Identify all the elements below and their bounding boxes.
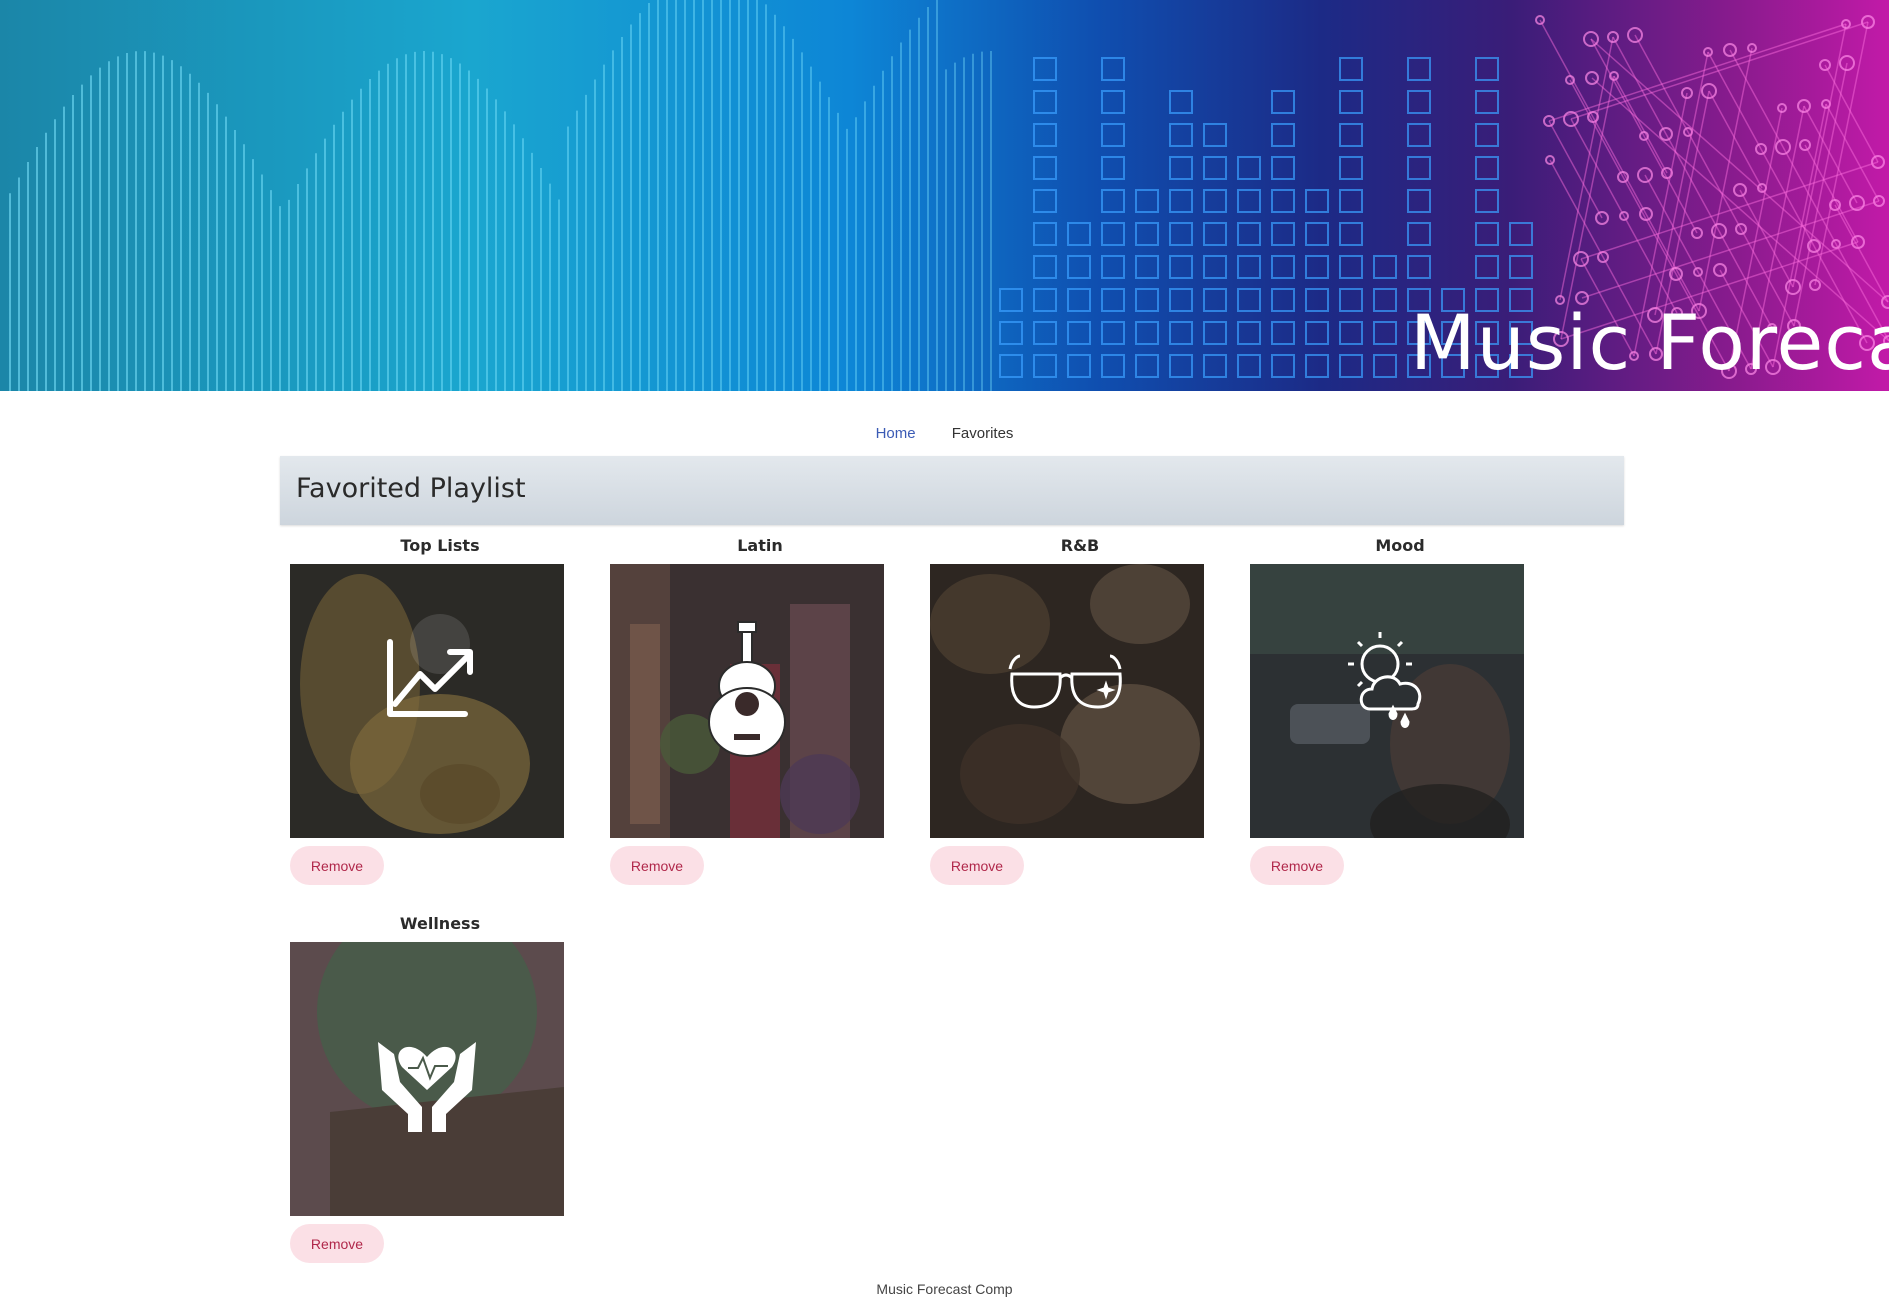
- playlist-thumbnail[interactable]: [290, 942, 564, 1216]
- header-banner: Music Forecast: [0, 0, 1889, 391]
- playlist-card: R&B Remove: [920, 536, 1240, 885]
- playlist-thumbnail[interactable]: [290, 564, 564, 838]
- playlist-thumbnail[interactable]: [610, 564, 884, 838]
- nav-home-link[interactable]: Home: [876, 425, 916, 442]
- nav-favorites-link[interactable]: Favorites: [952, 425, 1014, 442]
- page-title: Favorited Playlist: [296, 473, 526, 504]
- playlist-card: Latin Remove: [600, 536, 920, 885]
- site-title: Music Forecast: [1410, 298, 1889, 387]
- playlist-name: Latin: [737, 536, 783, 555]
- playlist-card: Top Lists Remove: [280, 536, 600, 885]
- footer-text: Music Forecast Comp: [876, 1281, 1013, 1297]
- playlist-name: Mood: [1375, 536, 1425, 555]
- playlist-name: R&B: [1060, 536, 1100, 555]
- remove-button[interactable]: Remove: [1250, 846, 1344, 885]
- playlist-thumbnail[interactable]: [930, 564, 1204, 838]
- remove-button[interactable]: Remove: [290, 846, 384, 885]
- remove-button[interactable]: Remove: [610, 846, 704, 885]
- playlist-name: Wellness: [399, 914, 481, 933]
- playlist-name: Top Lists: [400, 536, 480, 555]
- section-header: Favorited Playlist: [280, 456, 1624, 525]
- main-nav: Home Favorites: [0, 425, 1889, 442]
- remove-button[interactable]: Remove: [290, 1224, 384, 1263]
- playlist-card: Wellness Remove: [280, 914, 600, 1263]
- playlist-card: Mood Remove: [1240, 536, 1560, 885]
- remove-button[interactable]: Remove: [930, 846, 1024, 885]
- playlist-thumbnail[interactable]: [1250, 564, 1524, 838]
